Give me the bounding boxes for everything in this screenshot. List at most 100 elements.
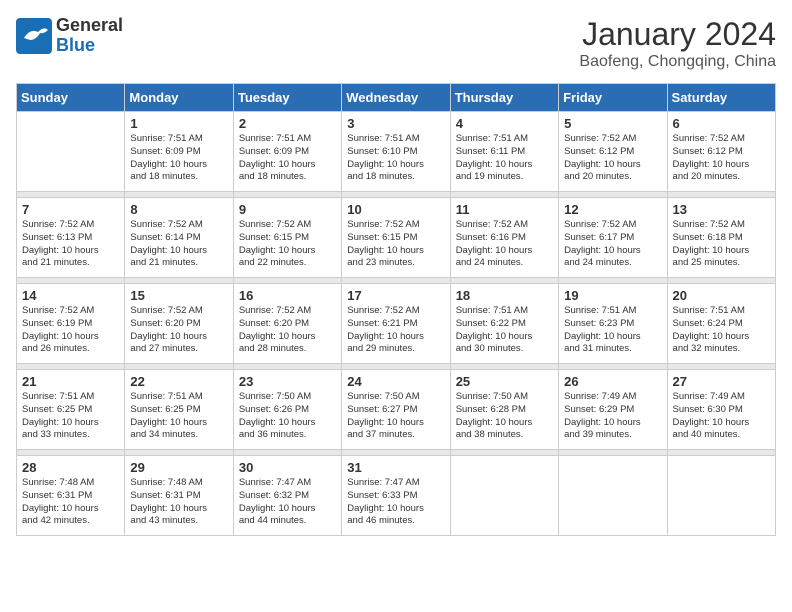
day-number: 9	[239, 202, 336, 217]
col-sunday: Sunday	[17, 84, 125, 112]
day-info: Sunrise: 7:49 AM Sunset: 6:29 PM Dayligh…	[564, 391, 661, 442]
day-info: Sunrise: 7:51 AM Sunset: 6:11 PM Dayligh…	[456, 133, 553, 184]
col-saturday: Saturday	[667, 84, 775, 112]
day-info: Sunrise: 7:52 AM Sunset: 6:17 PM Dayligh…	[564, 219, 661, 270]
day-info: Sunrise: 7:47 AM Sunset: 6:32 PM Dayligh…	[239, 477, 336, 528]
calendar-week-row: 28 Sunrise: 7:48 AM Sunset: 6:31 PM Dayli…	[17, 456, 776, 536]
table-row: 20Sunrise: 7:51 AM Sunset: 6:24 PM Dayli…	[667, 284, 775, 364]
table-row: 5Sunrise: 7:52 AM Sunset: 6:12 PM Daylig…	[559, 112, 667, 192]
table-row: 21Sunrise: 7:51 AM Sunset: 6:25 PM Dayli…	[17, 370, 125, 450]
table-row: 10 Sunrise: 7:52 AM Sunset: 6:15 PM Dayli…	[342, 198, 450, 278]
day-info: Sunrise: 7:51 AM Sunset: 6:24 PM Dayligh…	[673, 305, 770, 356]
table-row: 3 Sunrise: 7:51 AM Sunset: 6:10 PM Daylig…	[342, 112, 450, 192]
day-number: 4	[456, 116, 553, 131]
table-row: 28Sunrise: 7:48 AM Sunset: 6:31 PM Dayli…	[17, 456, 125, 536]
table-row: 8 Sunrise: 7:52 AM Sunset: 6:14 PM Daylig…	[125, 198, 233, 278]
col-monday: Monday	[125, 84, 233, 112]
day-info: Sunrise: 7:52 AM Sunset: 6:13 PM Dayligh…	[22, 219, 119, 270]
day-number: 22	[130, 374, 227, 389]
day-info: Sunrise: 7:52 AM Sunset: 6:18 PM Dayligh…	[673, 219, 770, 270]
table-row: 22Sunrise: 7:51 AM Sunset: 6:25 PM Dayli…	[125, 370, 233, 450]
table-row: 11 Sunrise: 7:52 AM Sunset: 6:16 PM Dayli…	[450, 198, 558, 278]
day-number: 24	[347, 374, 444, 389]
table-row: 12 Sunrise: 7:52 AM Sunset: 6:17 PM Dayli…	[559, 198, 667, 278]
table-row: 23Sunrise: 7:50 AM Sunset: 6:26 PM Dayli…	[233, 370, 341, 450]
table-row: 25 Sunrise: 7:50 AM Sunset: 6:28 PM Dayli…	[450, 370, 558, 450]
day-number: 17	[347, 288, 444, 303]
page-header: General Blue January 2024 Baofeng, Chong…	[16, 16, 776, 71]
table-row: 31 Sunrise: 7:47 AM Sunset: 6:33 PM Dayli…	[342, 456, 450, 536]
table-row: 14 Sunrise: 7:52 AM Sunset: 6:19 PM Dayli…	[17, 284, 125, 364]
day-number: 14	[22, 288, 119, 303]
day-number: 11	[456, 202, 553, 217]
day-info: Sunrise: 7:51 AM Sunset: 6:23 PM Dayligh…	[564, 305, 661, 356]
day-info: Sunrise: 7:47 AM Sunset: 6:33 PM Dayligh…	[347, 477, 444, 528]
table-row: 18Sunrise: 7:51 AM Sunset: 6:22 PM Dayli…	[450, 284, 558, 364]
day-number: 8	[130, 202, 227, 217]
calendar-week-row: 14 Sunrise: 7:52 AM Sunset: 6:19 PM Dayli…	[17, 284, 776, 364]
table-row	[17, 112, 125, 192]
day-number: 26	[564, 374, 661, 389]
table-row: 24 Sunrise: 7:50 AM Sunset: 6:27 PM Dayli…	[342, 370, 450, 450]
day-number: 2	[239, 116, 336, 131]
day-number: 12	[564, 202, 661, 217]
day-info: Sunrise: 7:52 AM Sunset: 6:19 PM Dayligh…	[22, 305, 119, 356]
calendar-week-row: 7 Sunrise: 7:52 AM Sunset: 6:13 PM Daylig…	[17, 198, 776, 278]
day-info: Sunrise: 7:51 AM Sunset: 6:25 PM Dayligh…	[22, 391, 119, 442]
logo-blue: Blue	[56, 36, 123, 56]
calendar-table: Sunday Monday Tuesday Wednesday Thursday…	[16, 83, 776, 536]
day-number: 13	[673, 202, 770, 217]
table-row	[450, 456, 558, 536]
day-info: Sunrise: 7:52 AM Sunset: 6:20 PM Dayligh…	[239, 305, 336, 356]
logo: General Blue	[16, 16, 123, 56]
day-info: Sunrise: 7:52 AM Sunset: 6:14 PM Dayligh…	[130, 219, 227, 270]
day-number: 3	[347, 116, 444, 131]
table-row: 6Sunrise: 7:52 AM Sunset: 6:12 PM Daylig…	[667, 112, 775, 192]
col-friday: Friday	[559, 84, 667, 112]
col-wednesday: Wednesday	[342, 84, 450, 112]
table-row	[667, 456, 775, 536]
day-info: Sunrise: 7:52 AM Sunset: 6:20 PM Dayligh…	[130, 305, 227, 356]
title-block: January 2024 Baofeng, Chongqing, China	[579, 16, 776, 71]
day-number: 18	[456, 288, 553, 303]
day-info: Sunrise: 7:52 AM Sunset: 6:12 PM Dayligh…	[564, 133, 661, 184]
day-number: 31	[347, 460, 444, 475]
table-row: 30 Sunrise: 7:47 AM Sunset: 6:32 PM Dayli…	[233, 456, 341, 536]
calendar-week-row: 21Sunrise: 7:51 AM Sunset: 6:25 PM Dayli…	[17, 370, 776, 450]
day-number: 29	[130, 460, 227, 475]
day-info: Sunrise: 7:51 AM Sunset: 6:09 PM Dayligh…	[130, 133, 227, 184]
day-number: 16	[239, 288, 336, 303]
col-tuesday: Tuesday	[233, 84, 341, 112]
table-row: 26 Sunrise: 7:49 AM Sunset: 6:29 PM Dayli…	[559, 370, 667, 450]
page-title: January 2024	[579, 16, 776, 53]
day-number: 10	[347, 202, 444, 217]
day-info: Sunrise: 7:51 AM Sunset: 6:10 PM Dayligh…	[347, 133, 444, 184]
table-row: 13 Sunrise: 7:52 AM Sunset: 6:18 PM Dayli…	[667, 198, 775, 278]
table-row: 27Sunrise: 7:49 AM Sunset: 6:30 PM Dayli…	[667, 370, 775, 450]
day-number: 30	[239, 460, 336, 475]
page-subtitle: Baofeng, Chongqing, China	[579, 53, 776, 71]
day-info: Sunrise: 7:52 AM Sunset: 6:12 PM Dayligh…	[673, 133, 770, 184]
table-row: 17Sunrise: 7:52 AM Sunset: 6:21 PM Dayli…	[342, 284, 450, 364]
table-row: 1 Sunrise: 7:51 AM Sunset: 6:09 PM Daylig…	[125, 112, 233, 192]
col-thursday: Thursday	[450, 84, 558, 112]
day-info: Sunrise: 7:50 AM Sunset: 6:26 PM Dayligh…	[239, 391, 336, 442]
table-row: 7 Sunrise: 7:52 AM Sunset: 6:13 PM Daylig…	[17, 198, 125, 278]
day-info: Sunrise: 7:51 AM Sunset: 6:09 PM Dayligh…	[239, 133, 336, 184]
calendar-header-row: Sunday Monday Tuesday Wednesday Thursday…	[17, 84, 776, 112]
table-row	[559, 456, 667, 536]
table-row: 29 Sunrise: 7:48 AM Sunset: 6:31 PM Dayli…	[125, 456, 233, 536]
table-row: 16 Sunrise: 7:52 AM Sunset: 6:20 PM Dayli…	[233, 284, 341, 364]
day-number: 28	[22, 460, 119, 475]
day-number: 7	[22, 202, 119, 217]
day-info: Sunrise: 7:52 AM Sunset: 6:15 PM Dayligh…	[347, 219, 444, 270]
day-number: 25	[456, 374, 553, 389]
day-info: Sunrise: 7:52 AM Sunset: 6:16 PM Dayligh…	[456, 219, 553, 270]
calendar-week-row: 1 Sunrise: 7:51 AM Sunset: 6:09 PM Daylig…	[17, 112, 776, 192]
day-info: Sunrise: 7:50 AM Sunset: 6:27 PM Dayligh…	[347, 391, 444, 442]
day-info: Sunrise: 7:50 AM Sunset: 6:28 PM Dayligh…	[456, 391, 553, 442]
table-row: 15Sunrise: 7:52 AM Sunset: 6:20 PM Dayli…	[125, 284, 233, 364]
day-number: 1	[130, 116, 227, 131]
day-info: Sunrise: 7:48 AM Sunset: 6:31 PM Dayligh…	[130, 477, 227, 528]
table-row: 9Sunrise: 7:52 AM Sunset: 6:15 PM Daylig…	[233, 198, 341, 278]
